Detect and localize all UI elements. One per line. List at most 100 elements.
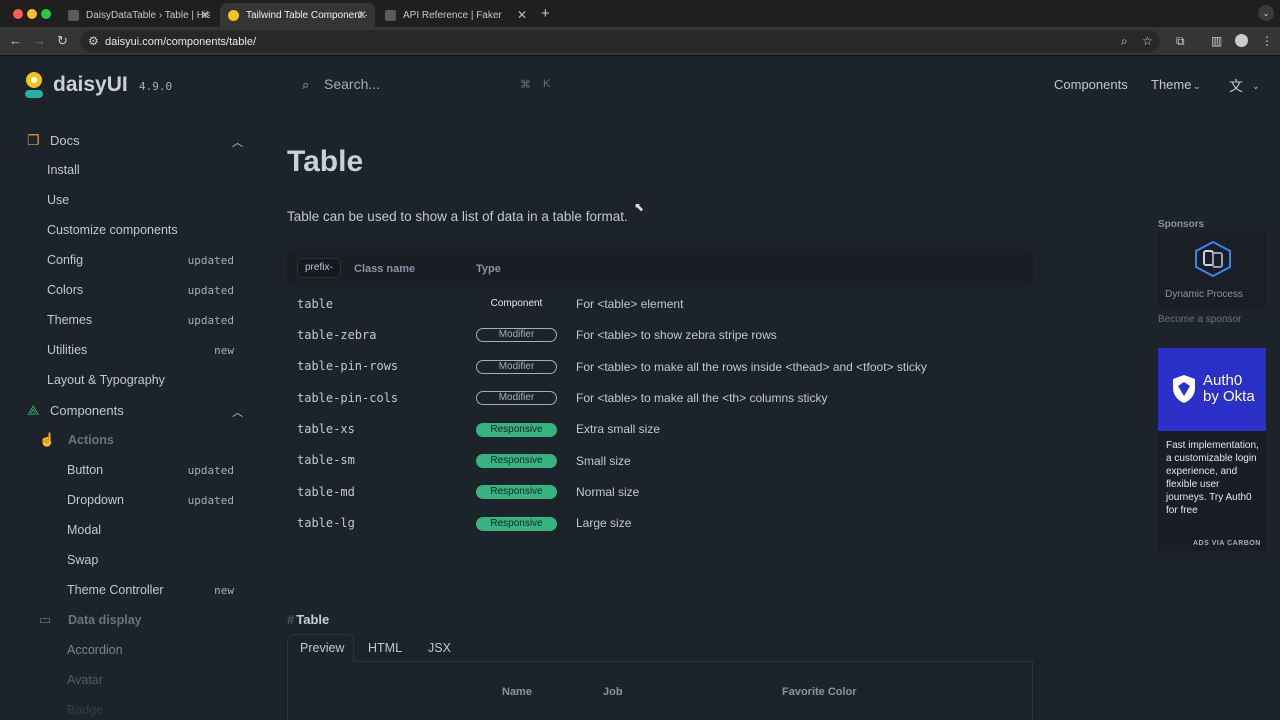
description-cell: For <table> element xyxy=(576,297,684,311)
brand-name[interactable]: daisyUI xyxy=(53,73,128,97)
tab-title: DaisyDataTable › Table | Histo xyxy=(86,9,210,21)
shield-icon xyxy=(1173,375,1195,403)
sidebar-item-accordion[interactable]: Accordion xyxy=(67,643,123,657)
sidebar-subgroup-actions: Actions xyxy=(68,433,114,447)
zoom-icon[interactable]: ⌕ xyxy=(1121,34,1128,49)
description-cell: Normal size xyxy=(576,485,640,499)
search-input[interactable]: Search... xyxy=(324,76,380,92)
sidebar-item-config[interactable]: Config xyxy=(47,253,83,267)
description-cell: Large size xyxy=(576,516,632,530)
sidebar-item-swap[interactable]: Swap xyxy=(67,553,98,567)
chevron-up-icon[interactable]: ︿ xyxy=(232,404,243,420)
ad-text[interactable]: Fast implementation, a customizable logi… xyxy=(1166,439,1262,517)
type-badge: Responsive xyxy=(476,517,557,531)
type-badge: Responsive xyxy=(476,454,557,468)
book-icon: ❐ xyxy=(27,132,40,148)
browser-tab[interactable]: API Reference | Faker ✕ xyxy=(377,3,535,27)
class-name-cell: table-pin-cols xyxy=(297,391,399,405)
extensions-icon[interactable]: ⧉ xyxy=(1176,34,1185,49)
sidebar-item-badge[interactable]: Badge xyxy=(67,703,103,717)
section-heading[interactable]: # Table xyxy=(287,612,329,627)
version-label[interactable]: 4.9.0 xyxy=(139,80,172,93)
profile-avatar[interactable] xyxy=(1235,34,1248,47)
browser-tab-bar: DaisyDataTable › Table | Histo ✕ Tailwin… xyxy=(0,0,1280,27)
daisyui-logo[interactable] xyxy=(25,72,43,98)
browser-menu-icon[interactable]: ⋮ xyxy=(1261,34,1273,48)
bookmark-star-icon[interactable]: ☆ xyxy=(1142,34,1153,48)
class-name-cell: table-md xyxy=(297,485,355,499)
tab-jsx[interactable]: JSX xyxy=(428,641,451,655)
preview-column-name: Name xyxy=(502,686,532,698)
sidebar-item-dropdown[interactable]: Dropdown xyxy=(67,493,124,507)
sidebar-item-install[interactable]: Install xyxy=(47,163,80,177)
sidebar-item-colors[interactable]: Colors xyxy=(47,283,83,297)
ad-logo-line: by Okta xyxy=(1203,388,1255,405)
close-tab-icon[interactable]: ✕ xyxy=(200,8,210,22)
sidebar-item-layout[interactable]: Layout & Typography xyxy=(47,373,165,387)
site-info-icon[interactable]: ⚙ xyxy=(88,34,99,48)
daisyui-favicon-icon xyxy=(228,9,239,21)
type-badge: Responsive xyxy=(476,423,557,437)
tab-title: API Reference | Faker xyxy=(403,9,502,21)
preview-column-favorite-color: Favorite Color xyxy=(782,686,857,698)
section-title: Table xyxy=(296,612,330,627)
description-cell: For <table> to make all the rows inside … xyxy=(576,360,927,374)
sidebar-item-avatar[interactable]: Avatar xyxy=(67,673,103,687)
new-tab-icon[interactable]: + xyxy=(541,5,550,22)
sidebar-subgroup-data-display: Data display xyxy=(68,613,142,627)
back-icon[interactable]: ← xyxy=(9,33,22,48)
sponsor-name[interactable]: Dynamic Process xyxy=(1158,289,1250,300)
sidebar-item-use[interactable]: Use xyxy=(47,193,69,207)
sidebar-item-modal[interactable]: Modal xyxy=(67,523,101,537)
chevron-down-icon[interactable]: ⌄ xyxy=(1193,81,1201,92)
page-title: Table xyxy=(287,145,364,178)
url-text[interactable]: daisyui.com/components/table/ xyxy=(105,36,256,48)
chevron-down-icon[interactable]: ⌄ xyxy=(1252,81,1260,92)
updated-badge: updated xyxy=(187,464,234,477)
tab-preview[interactable]: Preview xyxy=(300,641,344,655)
page-description: Table can be used to show a list of data… xyxy=(287,209,628,224)
prefix-toggle-button[interactable]: prefix- xyxy=(297,258,341,278)
side-panel-icon[interactable]: ▥ xyxy=(1211,34,1222,48)
theme-dropdown[interactable]: Theme xyxy=(1151,77,1191,92)
close-window-button[interactable] xyxy=(13,9,23,19)
class-name-cell: table-zebra xyxy=(297,328,377,342)
close-tab-icon[interactable]: ✕ xyxy=(517,8,527,22)
reload-icon[interactable]: ↻ xyxy=(57,33,68,49)
minimize-window-button[interactable] xyxy=(27,9,37,19)
browser-tab[interactable]: DaisyDataTable › Table | Histo ✕ xyxy=(60,3,218,27)
dynamic-process-logo[interactable] xyxy=(1193,241,1233,277)
type-badge: Component xyxy=(476,297,557,311)
forward-icon[interactable]: → xyxy=(33,33,46,48)
sidebar-item-customize[interactable]: Customize components xyxy=(47,223,178,237)
column-header-class-name: Class name xyxy=(354,263,416,275)
close-tab-icon[interactable]: ✕ xyxy=(357,8,367,22)
sidebar-group-components[interactable]: Components xyxy=(50,403,124,418)
sidebar-item-button[interactable]: Button xyxy=(67,463,103,477)
github-icon xyxy=(68,9,79,21)
browser-tab-active[interactable]: Tailwind Table Component — ✕ xyxy=(220,3,375,27)
preview-panel xyxy=(287,662,1033,720)
updated-badge: updated xyxy=(187,284,234,297)
type-badge: Responsive xyxy=(476,485,557,499)
class-name-cell: table xyxy=(297,297,334,311)
class-name-cell: table-lg xyxy=(297,516,355,530)
new-badge: new xyxy=(214,584,234,597)
tab-html[interactable]: HTML xyxy=(368,641,402,655)
sidebar-item-theme-controller[interactable]: Theme Controller xyxy=(67,583,164,597)
command-key-hint: ⌘ xyxy=(520,79,531,91)
updated-badge: updated xyxy=(187,314,234,327)
become-sponsor-link[interactable]: Become a sponsor xyxy=(1158,314,1241,325)
updated-badge: updated xyxy=(187,494,234,507)
sidebar-group-docs[interactable]: Docs xyxy=(50,133,80,148)
zoom-window-button[interactable] xyxy=(41,9,51,19)
sidebar-item-themes[interactable]: Themes xyxy=(47,313,92,327)
anchor-hash[interactable]: # xyxy=(287,612,294,627)
language-icon[interactable]: 文 xyxy=(1229,76,1243,96)
description-cell: For <table> to show zebra stripe rows xyxy=(576,328,777,342)
tab-search-icon[interactable]: ⌄ xyxy=(1258,5,1274,21)
chevron-up-icon[interactable]: ︿ xyxy=(232,134,243,150)
components-nav-link[interactable]: Components xyxy=(1054,77,1128,92)
ads-via-carbon-link[interactable]: ADS VIA CARBON xyxy=(1193,540,1261,547)
sidebar-item-utilities[interactable]: Utilities xyxy=(47,343,87,357)
